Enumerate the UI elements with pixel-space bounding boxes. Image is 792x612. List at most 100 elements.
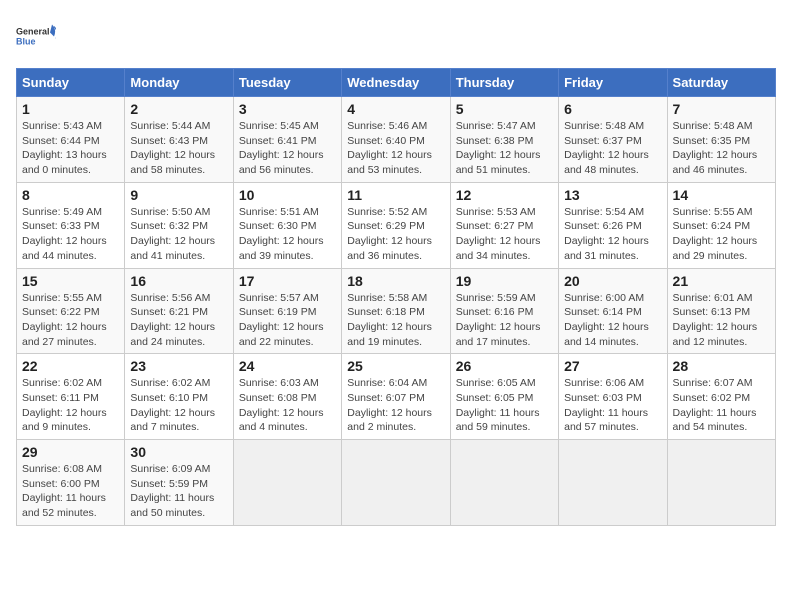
day-info: Sunrise: 5:54 AM Sunset: 6:26 PM Dayligh…	[564, 205, 661, 264]
day-info: Sunrise: 5:43 AM Sunset: 6:44 PM Dayligh…	[22, 119, 119, 178]
day-info: Sunrise: 6:09 AM Sunset: 5:59 PM Dayligh…	[130, 462, 227, 521]
day-cell-7: 7 Sunrise: 5:48 AM Sunset: 6:35 PM Daylig…	[667, 97, 775, 183]
day-info: Sunrise: 6:08 AM Sunset: 6:00 PM Dayligh…	[22, 462, 119, 521]
col-header-sunday: Sunday	[17, 69, 125, 97]
day-number: 16	[130, 273, 227, 289]
day-cell-26: 26 Sunrise: 6:05 AM Sunset: 6:05 PM Dayli…	[450, 354, 558, 440]
day-cell-12: 12 Sunrise: 5:53 AM Sunset: 6:27 PM Dayli…	[450, 182, 558, 268]
calendar-table: SundayMondayTuesdayWednesdayThursdayFrid…	[16, 68, 776, 526]
day-info: Sunrise: 6:03 AM Sunset: 6:08 PM Dayligh…	[239, 376, 336, 435]
day-info: Sunrise: 5:47 AM Sunset: 6:38 PM Dayligh…	[456, 119, 553, 178]
day-cell-27: 27 Sunrise: 6:06 AM Sunset: 6:03 PM Dayli…	[559, 354, 667, 440]
day-info: Sunrise: 5:59 AM Sunset: 6:16 PM Dayligh…	[456, 291, 553, 350]
day-number: 5	[456, 101, 553, 117]
day-info: Sunrise: 5:48 AM Sunset: 6:37 PM Dayligh…	[564, 119, 661, 178]
day-number: 8	[22, 187, 119, 203]
day-info: Sunrise: 5:52 AM Sunset: 6:29 PM Dayligh…	[347, 205, 444, 264]
day-number: 19	[456, 273, 553, 289]
day-info: Sunrise: 6:02 AM Sunset: 6:10 PM Dayligh…	[130, 376, 227, 435]
day-cell-6: 6 Sunrise: 5:48 AM Sunset: 6:37 PM Daylig…	[559, 97, 667, 183]
day-info: Sunrise: 5:56 AM Sunset: 6:21 PM Dayligh…	[130, 291, 227, 350]
header: General Blue	[16, 16, 776, 56]
day-number: 3	[239, 101, 336, 117]
day-number: 6	[564, 101, 661, 117]
svg-text:Blue: Blue	[16, 37, 36, 47]
day-info: Sunrise: 6:02 AM Sunset: 6:11 PM Dayligh…	[22, 376, 119, 435]
header-row: SundayMondayTuesdayWednesdayThursdayFrid…	[17, 69, 776, 97]
day-cell-4: 4Sunrise: 5:46 AM Sunset: 6:40 PM Daylig…	[342, 97, 450, 183]
calendar-week-1: 1 Sunrise: 5:43 AM Sunset: 6:44 PM Daylig…	[17, 97, 776, 183]
empty-cell	[233, 440, 341, 526]
day-number: 17	[239, 273, 336, 289]
day-cell-5: 5 Sunrise: 5:47 AM Sunset: 6:38 PM Daylig…	[450, 97, 558, 183]
day-info: Sunrise: 5:51 AM Sunset: 6:30 PM Dayligh…	[239, 205, 336, 264]
day-info: Sunrise: 5:49 AM Sunset: 6:33 PM Dayligh…	[22, 205, 119, 264]
col-header-saturday: Saturday	[667, 69, 775, 97]
day-cell-25: 25Sunrise: 6:04 AM Sunset: 6:07 PM Dayli…	[342, 354, 450, 440]
day-info: Sunrise: 5:55 AM Sunset: 6:24 PM Dayligh…	[673, 205, 770, 264]
day-info: Sunrise: 5:50 AM Sunset: 6:32 PM Dayligh…	[130, 205, 227, 264]
day-number: 20	[564, 273, 661, 289]
day-cell-13: 13Sunrise: 5:54 AM Sunset: 6:26 PM Dayli…	[559, 182, 667, 268]
col-header-tuesday: Tuesday	[233, 69, 341, 97]
day-info: Sunrise: 5:46 AM Sunset: 6:40 PM Dayligh…	[347, 119, 444, 178]
day-cell-1: 1 Sunrise: 5:43 AM Sunset: 6:44 PM Daylig…	[17, 97, 125, 183]
day-cell-30: 30 Sunrise: 6:09 AM Sunset: 5:59 PM Dayli…	[125, 440, 233, 526]
day-cell-28: 28Sunrise: 6:07 AM Sunset: 6:02 PM Dayli…	[667, 354, 775, 440]
col-header-wednesday: Wednesday	[342, 69, 450, 97]
day-number: 14	[673, 187, 770, 203]
day-number: 15	[22, 273, 119, 289]
day-info: Sunrise: 5:48 AM Sunset: 6:35 PM Dayligh…	[673, 119, 770, 178]
day-number: 12	[456, 187, 553, 203]
calendar-week-2: 8 Sunrise: 5:49 AM Sunset: 6:33 PM Daylig…	[17, 182, 776, 268]
day-number: 26	[456, 358, 553, 374]
day-cell-10: 10 Sunrise: 5:51 AM Sunset: 6:30 PM Dayli…	[233, 182, 341, 268]
day-number: 30	[130, 444, 227, 460]
day-number: 29	[22, 444, 119, 460]
empty-cell	[450, 440, 558, 526]
day-info: Sunrise: 6:06 AM Sunset: 6:03 PM Dayligh…	[564, 376, 661, 435]
day-number: 2	[130, 101, 227, 117]
logo: General Blue	[16, 16, 56, 56]
day-cell-21: 21 Sunrise: 6:01 AM Sunset: 6:13 PM Dayli…	[667, 268, 775, 354]
day-cell-23: 23 Sunrise: 6:02 AM Sunset: 6:10 PM Dayli…	[125, 354, 233, 440]
day-cell-18: 18 Sunrise: 5:58 AM Sunset: 6:18 PM Dayli…	[342, 268, 450, 354]
day-cell-17: 17 Sunrise: 5:57 AM Sunset: 6:19 PM Dayli…	[233, 268, 341, 354]
day-cell-22: 22Sunrise: 6:02 AM Sunset: 6:11 PM Dayli…	[17, 354, 125, 440]
day-info: Sunrise: 5:57 AM Sunset: 6:19 PM Dayligh…	[239, 291, 336, 350]
day-info: Sunrise: 5:58 AM Sunset: 6:18 PM Dayligh…	[347, 291, 444, 350]
day-cell-19: 19 Sunrise: 5:59 AM Sunset: 6:16 PM Dayli…	[450, 268, 558, 354]
empty-cell	[559, 440, 667, 526]
day-cell-24: 24 Sunrise: 6:03 AM Sunset: 6:08 PM Dayli…	[233, 354, 341, 440]
empty-cell	[667, 440, 775, 526]
day-info: Sunrise: 5:55 AM Sunset: 6:22 PM Dayligh…	[22, 291, 119, 350]
day-number: 18	[347, 273, 444, 289]
day-number: 10	[239, 187, 336, 203]
day-cell-11: 11 Sunrise: 5:52 AM Sunset: 6:29 PM Dayli…	[342, 182, 450, 268]
day-cell-20: 20Sunrise: 6:00 AM Sunset: 6:14 PM Dayli…	[559, 268, 667, 354]
col-header-monday: Monday	[125, 69, 233, 97]
day-info: Sunrise: 6:05 AM Sunset: 6:05 PM Dayligh…	[456, 376, 553, 435]
day-number: 27	[564, 358, 661, 374]
day-number: 11	[347, 187, 444, 203]
svg-text:General: General	[16, 27, 50, 37]
calendar-week-4: 22Sunrise: 6:02 AM Sunset: 6:11 PM Dayli…	[17, 354, 776, 440]
logo-svg: General Blue	[16, 16, 56, 56]
day-info: Sunrise: 5:45 AM Sunset: 6:41 PM Dayligh…	[239, 119, 336, 178]
day-number: 9	[130, 187, 227, 203]
day-number: 7	[673, 101, 770, 117]
day-cell-8: 8 Sunrise: 5:49 AM Sunset: 6:33 PM Daylig…	[17, 182, 125, 268]
day-number: 23	[130, 358, 227, 374]
col-header-friday: Friday	[559, 69, 667, 97]
day-number: 28	[673, 358, 770, 374]
day-cell-14: 14 Sunrise: 5:55 AM Sunset: 6:24 PM Dayli…	[667, 182, 775, 268]
day-number: 25	[347, 358, 444, 374]
day-info: Sunrise: 6:01 AM Sunset: 6:13 PM Dayligh…	[673, 291, 770, 350]
day-number: 24	[239, 358, 336, 374]
col-header-thursday: Thursday	[450, 69, 558, 97]
day-number: 21	[673, 273, 770, 289]
day-number: 1	[22, 101, 119, 117]
day-cell-2: 2 Sunrise: 5:44 AM Sunset: 6:43 PM Daylig…	[125, 97, 233, 183]
day-info: Sunrise: 5:53 AM Sunset: 6:27 PM Dayligh…	[456, 205, 553, 264]
day-info: Sunrise: 5:44 AM Sunset: 6:43 PM Dayligh…	[130, 119, 227, 178]
